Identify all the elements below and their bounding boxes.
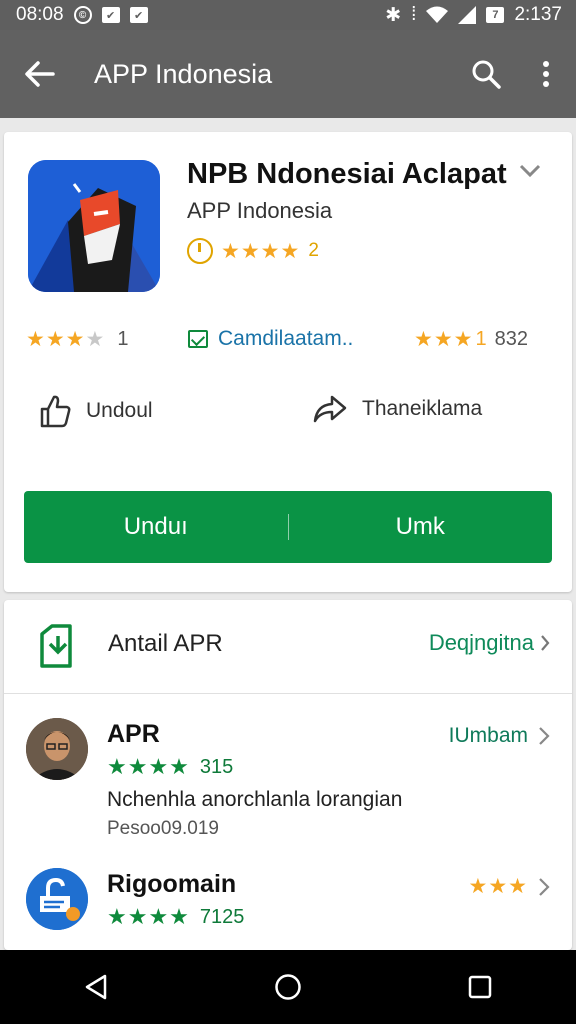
star-rating-small: ★★★★ (26, 328, 106, 351)
square-recents-icon (468, 975, 492, 999)
list-item[interactable]: Rigoomain ★★★★ 7125 ★★★ (4, 862, 572, 942)
notification-icon: ✔ (101, 7, 120, 23)
share-action-label: Thaneiklama (362, 397, 483, 420)
rating-line: ★★★★ 2 (187, 238, 319, 264)
list-item-title: Rigoomain (107, 870, 237, 898)
primary-button-group: Unduı Umk (24, 491, 552, 563)
app-bar-title: APP Indonesia (94, 58, 273, 89)
signal-icon (458, 6, 477, 24)
app-avatar (26, 868, 88, 930)
list-item[interactable]: APR ★★★★ 315 IUmbam Nchenhla anorchlanla… (4, 712, 572, 842)
list-item-rating: ★★★★ 7125 (107, 904, 244, 930)
rating-value: 2 (308, 240, 319, 261)
more-vert-icon (543, 61, 549, 87)
chevron-down-icon[interactable] (519, 164, 541, 178)
app-name: NPB Ndonesiai Aclapat (187, 158, 507, 190)
list-item-rating-count: 7125 (199, 905, 245, 928)
section-link-label: Deqjngitna (428, 630, 534, 655)
like-action-label: Undoul (86, 399, 153, 422)
search-icon (472, 60, 501, 89)
overflow-menu-button[interactable] (516, 30, 576, 118)
related-card: Antail APR Deqjngitna APR ★★★★ 315 IUmba… (4, 600, 572, 950)
share-action[interactable]: Thaneiklama (312, 394, 482, 424)
check-icon (188, 330, 208, 348)
stats-row: ★★★★ 1 Camdilaatam.. ★★★ 1 832 (4, 327, 572, 361)
list-item-rating: ★★★★ 315 (107, 754, 233, 780)
status-bar: 08:08 © ✔ ✔ ✱ ⁞ 7 2:137 (0, 0, 576, 30)
back-button[interactable] (0, 30, 80, 118)
chevron-right-icon (539, 877, 550, 896)
download-button[interactable]: Unduı (24, 513, 288, 541)
vibrate-icon: ⁞ (411, 4, 417, 25)
circle-home-icon (275, 974, 301, 1000)
star-rating-green: ★★★★ (107, 754, 190, 779)
avatar (26, 718, 88, 780)
navigation-bar (0, 950, 576, 1024)
nav-recents-button[interactable] (440, 950, 520, 1024)
open-button[interactable]: Umk (289, 513, 553, 541)
stat-category[interactable]: Camdilaatam.. (188, 327, 353, 351)
star-rating-right: ★★★ (414, 328, 474, 351)
stat-rating: ★★★★ 1 (26, 327, 128, 352)
arrow-left-icon (25, 61, 55, 87)
phone-download-icon (40, 624, 72, 668)
status-time-right: 2:137 (514, 4, 562, 25)
list-item-title: APR (107, 720, 160, 748)
list-item-rating-count: 315 (199, 755, 234, 778)
section-header[interactable]: Antail APR Deqjngitna (4, 600, 572, 694)
battery-icon: 7 (486, 7, 505, 23)
stat-reviews: ★★★ 1 832 (414, 327, 528, 352)
section-title: Antail APR (108, 630, 223, 657)
vpn-icon: © (73, 6, 92, 24)
share-arrow-icon (313, 395, 347, 423)
stat-middle-label: Camdilaatam.. (218, 327, 354, 350)
stat-right-star-glyph: 1 (475, 328, 487, 350)
list-item-action[interactable]: IUmbam (449, 724, 550, 748)
thumb-up-icon (40, 395, 71, 428)
triangle-back-icon (85, 974, 107, 1000)
star-rating-green: ★★★★ (107, 904, 190, 929)
list-item-description: Nchenhla anorchlanla lorangian (107, 788, 403, 811)
app-details-card: NPB Ndonesiai Aclapat APP Indonesia ★★★★… (4, 132, 572, 592)
section-more-link[interactable]: Deqjngitna (429, 630, 550, 656)
list-item-meta: Pesoo09.019 (107, 818, 219, 839)
download-icon: ✔ (129, 7, 148, 23)
chevron-right-icon (541, 635, 550, 651)
star-rating-right: ★★★ (468, 875, 528, 898)
nav-back-button[interactable] (56, 950, 136, 1024)
action-row: Undoul Thaneiklama (4, 394, 572, 434)
like-action[interactable]: Undoul (38, 394, 153, 428)
nav-home-button[interactable] (248, 950, 328, 1024)
wifi-icon (426, 6, 449, 23)
status-right: ✱ ⁞ 7 2:137 (385, 4, 562, 27)
status-time-left: 08:08 (16, 4, 64, 25)
stat-right-count: 832 (494, 328, 528, 350)
clock-icon (187, 238, 213, 264)
app-logo (28, 160, 160, 292)
developer-name[interactable]: APP Indonesia (187, 198, 332, 224)
list-item-action-label: IUmbam (448, 724, 528, 747)
list-item-action[interactable]: ★★★ (469, 874, 550, 899)
bluetooth-icon: ✱ (385, 4, 402, 26)
chevron-right-icon (539, 727, 550, 745)
app-bar: APP Indonesia (0, 30, 576, 118)
stat-left-count: 1 (117, 328, 129, 350)
star-rating: ★★★★ (221, 239, 301, 263)
status-left: 08:08 © ✔ ✔ (16, 4, 148, 26)
search-button[interactable] (456, 30, 516, 118)
